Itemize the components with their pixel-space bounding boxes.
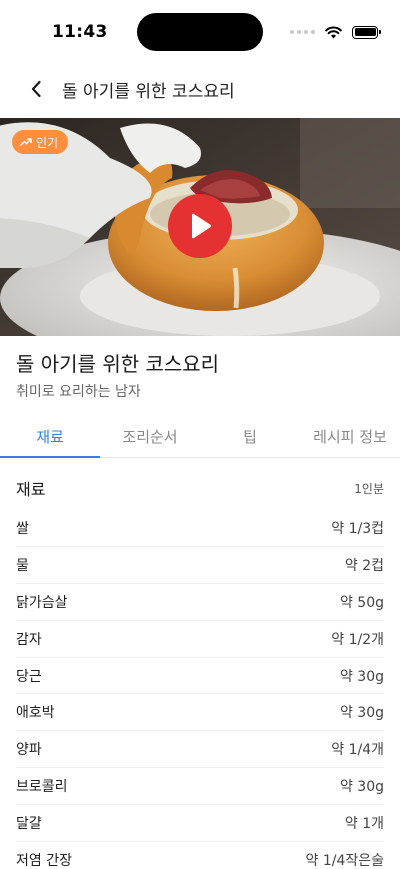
ingredient-name: 닭가슴살 (16, 594, 68, 611)
badge-label: 인기 (36, 135, 59, 150)
recipe-title: 돌 아기를 위한 코스요리 (16, 352, 220, 376)
ingredient-name: 애호박 (16, 705, 55, 722)
signal-icon (290, 30, 315, 34)
ingredient-amount: 약 30g (339, 705, 384, 722)
serving-size: 1인분 (354, 481, 384, 496)
ingredient-amount: 약 1/2개 (331, 631, 384, 648)
ingredients-header: 재료 1인분 (16, 474, 384, 502)
battery-icon (352, 25, 381, 39)
ingredient-name: 당근 (16, 668, 42, 685)
ingredient-name: 브로콜리 (16, 779, 68, 796)
back-button[interactable] (12, 65, 60, 113)
play-icon (192, 213, 211, 239)
ingredient-amount: 약 30g (339, 668, 384, 685)
ingredient-name: 저염 간장 (16, 853, 72, 869)
ingredients-title: 재료 (16, 480, 46, 499)
ingredient-name: 쌀 (16, 520, 29, 537)
ingredient-row: 쌀 약 1/3컵 (16, 510, 384, 547)
ingredient-name: 달걀 (16, 816, 42, 833)
recipe-video[interactable]: 인기 (0, 118, 400, 336)
ingredient-name: 물 (16, 557, 29, 574)
tab-indicator (0, 456, 100, 458)
ingredient-row: 애호박 약 30g (16, 694, 384, 732)
ingredient-name: 감자 (16, 631, 42, 648)
ingredient-amount: 약 2컵 (344, 557, 384, 574)
tab-recipe-info[interactable]: 레시피 정보 (300, 414, 400, 458)
status-icons (290, 24, 381, 40)
top-app-bar: 돌 아기를 위한 코스요리 (0, 60, 400, 118)
status-time: 11:43 (52, 22, 108, 42)
tab-steps[interactable]: 조리순서 (100, 414, 200, 458)
chevron-left-icon (31, 80, 41, 98)
ingredient-row: 닭가슴살 약 50g (16, 584, 384, 621)
dynamic-island (137, 13, 263, 51)
ingredient-row: 감자 약 1/2개 (16, 621, 384, 658)
ingredient-row: 양파 약 1/4개 (16, 731, 384, 769)
ingredient-amount: 약 1개 (344, 816, 384, 833)
ingredient-amount: 약 1/3컵 (331, 520, 384, 537)
ingredient-list: 쌀 약 1/3컵 물 약 2컵 닭가슴살 약 50g 감자 약 1/2개 당근 … (16, 510, 384, 869)
play-button[interactable] (168, 194, 232, 258)
header-title: 돌 아기를 위한 코스요리 (62, 81, 235, 102)
tab-bar: 재료 조리순서 팁 레시피 정보 (0, 414, 400, 458)
ingredient-row: 저염 간장 약 1/4작은술 (16, 842, 384, 869)
ingredient-amount: 약 1/4작은술 (305, 853, 384, 869)
ingredient-name: 양파 (16, 742, 42, 759)
ingredient-row: 당근 약 30g (16, 658, 384, 695)
ingredient-amount: 약 1/4개 (331, 742, 384, 759)
ingredient-row: 물 약 2컵 (16, 547, 384, 584)
ingredient-amount: 약 50g (339, 594, 384, 611)
ingredient-row: 달걀 약 1개 (16, 805, 384, 843)
status-bar: 11:43 (0, 0, 400, 60)
trending-up-icon (20, 138, 32, 146)
ingredient-amount: 약 30g (339, 779, 384, 796)
tab-ingredients[interactable]: 재료 (0, 414, 100, 458)
ingredient-row: 브로콜리 약 30g (16, 768, 384, 806)
popular-badge: 인기 (12, 130, 69, 154)
tab-tips[interactable]: 팁 (200, 414, 300, 458)
recipe-author[interactable]: 취미로 요리하는 남자 (16, 381, 141, 401)
wifi-icon (325, 25, 342, 38)
